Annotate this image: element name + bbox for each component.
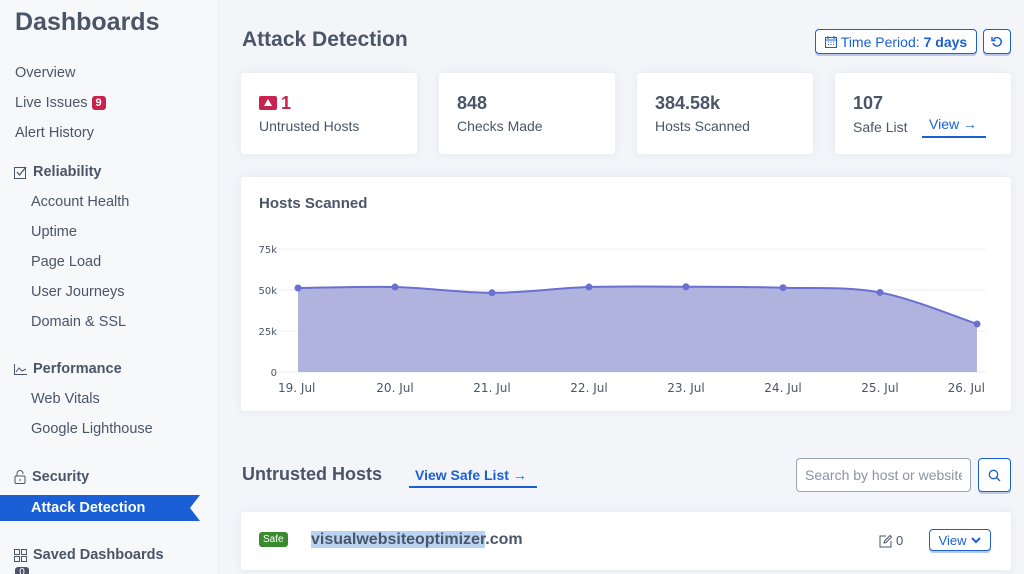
row-view-dropdown[interactable]: View — [929, 529, 991, 551]
sidebar-section-security: Security — [14, 469, 89, 485]
sidebar-section-performance: Performance — [14, 361, 122, 377]
line-chart-icon — [14, 363, 27, 375]
table-row: Safe visualwebsiteoptimizer.com 0 View — [241, 512, 1011, 570]
hosts-scanned-chart: 0 25k 50k 75k 19. Jul 20. Jul 21. Jul 22. Jul 23… — [258, 245, 986, 395]
sidebar: Dashboards Overview Live Issues 9 Alert H… — [0, 0, 219, 574]
safe-badge: Safe — [259, 532, 288, 547]
data-point — [779, 284, 787, 292]
time-period-button[interactable]: Time Period: 7 days — [815, 29, 977, 54]
data-point — [488, 289, 496, 297]
host-name: visualwebsiteoptimizer.com — [311, 531, 523, 548]
y-tick-label: 50k — [258, 286, 277, 297]
time-period-label: Time Period: — [840, 33, 920, 50]
sidebar-item-alert-history[interactable]: Alert History — [15, 125, 94, 141]
safe-list-view-link[interactable]: View → — [922, 116, 986, 138]
data-point — [391, 283, 399, 291]
y-tick-label: 0 — [271, 368, 277, 379]
x-tick-label: 22. Jul — [570, 381, 607, 395]
sidebar-item-page-load[interactable]: Page Load — [31, 254, 101, 270]
stat-value: 107 — [853, 93, 884, 113]
stat-label: Untrusted Hosts — [259, 118, 360, 134]
sidebar-item-web-vitals[interactable]: Web Vitals — [31, 391, 100, 407]
saved-dashboards-badge: 0 — [15, 567, 29, 574]
x-tick-label: 20. Jul — [376, 381, 413, 395]
stat-value: 848 — [457, 93, 488, 113]
search-icon — [988, 469, 1001, 481]
section-label: Reliability — [33, 164, 102, 180]
data-point — [876, 288, 884, 296]
checkbox-icon — [14, 166, 27, 179]
x-tick-label: 23. Jul — [667, 381, 704, 395]
sidebar-item-live-issues[interactable]: Live Issues 9 — [15, 95, 106, 111]
host-search-input[interactable] — [796, 458, 971, 492]
data-point — [973, 320, 981, 328]
sidebar-section-saved-dashboards[interactable]: Saved Dashboards — [14, 547, 164, 563]
sidebar-item-overview[interactable]: Overview — [15, 65, 75, 81]
sidebar-title: Dashboards — [15, 8, 160, 36]
grid-icon — [14, 548, 27, 562]
stat-value: 1 — [281, 93, 292, 113]
view-safe-list-link[interactable]: View Safe List → — [409, 467, 537, 488]
lock-icon — [14, 470, 26, 484]
notes-button[interactable]: 0 — [879, 533, 903, 548]
stat-label: Checks Made — [457, 118, 543, 134]
page-title: Attack Detection — [242, 28, 408, 51]
stat-card-hosts-scanned: 384.58k Hosts Scanned — [637, 73, 813, 154]
data-point — [294, 284, 302, 292]
sidebar-item-user-journeys[interactable]: User Journeys — [31, 284, 124, 300]
search-button[interactable] — [978, 458, 1011, 492]
untrusted-hosts-title: Untrusted Hosts — [242, 464, 383, 484]
section-label: Performance — [33, 361, 122, 377]
live-issues-badge: 9 — [91, 96, 106, 110]
refresh-icon — [991, 36, 1002, 47]
x-tick-label: 24. Jul — [764, 381, 801, 395]
sidebar-item-account-health[interactable]: Account Health — [31, 194, 129, 210]
x-tick-label: 26. Jul — [948, 381, 985, 395]
stat-card-untrusted-hosts: 1 Untrusted Hosts — [241, 73, 417, 154]
edit-note-icon — [879, 534, 893, 547]
y-tick-label: 25k — [258, 327, 277, 338]
stat-label: Hosts Scanned — [655, 118, 750, 134]
refresh-button[interactable] — [983, 29, 1011, 54]
chevron-down-icon — [971, 536, 982, 543]
sidebar-item-attack-detection[interactable]: Attack Detection — [0, 495, 200, 521]
stat-card-safe-list: 107 Safe List View → — [835, 73, 1011, 154]
data-point — [585, 283, 593, 291]
sidebar-item-domain-ssl[interactable]: Domain & SSL — [31, 314, 126, 330]
series-area — [298, 286, 977, 372]
time-period-value: 7 days — [923, 33, 968, 50]
x-tick-label: 21. Jul — [473, 381, 510, 395]
x-tick-label: 19. Jul — [278, 381, 315, 395]
notes-count: 0 — [896, 533, 904, 548]
hosts-scanned-chart-card: Hosts Scanned 0 25k 50k 75k 19. Jul 20. Jul 21… — [241, 177, 1011, 411]
view-label: View — [938, 532, 967, 548]
x-tick-label: 25. Jul — [861, 381, 898, 395]
section-label: Security — [32, 469, 90, 485]
stat-card-checks-made: 848 Checks Made — [439, 73, 615, 154]
stat-value: 384.58k — [655, 93, 721, 113]
stat-label: Safe List — [853, 119, 908, 135]
section-label: Saved Dashboards — [33, 547, 164, 563]
warning-icon — [259, 96, 277, 110]
sidebar-item-google-lighthouse[interactable]: Google Lighthouse — [31, 421, 153, 437]
sidebar-section-reliability: Reliability — [14, 164, 102, 180]
sidebar-item-uptime[interactable]: Uptime — [31, 224, 77, 240]
calendar-icon — [824, 35, 837, 48]
data-point — [682, 283, 690, 291]
sidebar-item-label: Live Issues — [15, 95, 88, 111]
y-tick-label: 75k — [258, 245, 277, 256]
